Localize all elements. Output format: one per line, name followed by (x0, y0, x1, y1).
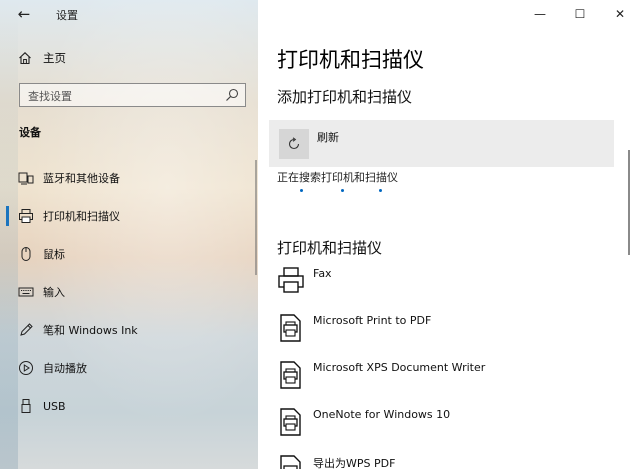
searching-status: 正在搜索打印机和扫描仪 (277, 171, 398, 184)
printer-icon (18, 208, 34, 224)
home-icon (19, 52, 31, 65)
sidebar-item-typing[interactable]: 输入 (0, 277, 258, 307)
sidebar-item-label: 鼠标 (43, 248, 65, 261)
back-arrow-icon[interactable]: ← (14, 4, 34, 24)
printer-item-onenote[interactable]: OneNote for Windows 10 (277, 407, 617, 447)
printer-name: Microsoft Print to PDF (313, 314, 432, 327)
maximize-button[interactable]: ☐ (560, 0, 600, 28)
app-title: 设置 (56, 9, 78, 22)
document-printer-icon (280, 314, 301, 342)
section-header-devices: 设备 (19, 126, 41, 139)
sidebar-item-label: 蓝牙和其他设备 (43, 172, 120, 185)
sidebar-item-label: 自动播放 (43, 362, 87, 375)
printer-item-xps-writer[interactable]: Microsoft XPS Document Writer (277, 360, 617, 400)
progress-dot (379, 189, 382, 192)
document-printer-icon (280, 361, 301, 389)
mouse-icon (18, 246, 34, 262)
printer-item-print-to-pdf[interactable]: Microsoft Print to PDF (277, 313, 617, 353)
progress-dot (341, 189, 344, 192)
page-title: 打印机和扫描仪 (277, 48, 424, 72)
refresh-icon (279, 129, 309, 159)
sidebar: ← 设置 主页 查找设置 设备 蓝牙和其他设备 打印机和扫描仪 鼠标 输入 笔和… (0, 0, 258, 469)
sidebar-item-autoplay[interactable]: 自动播放 (0, 353, 258, 383)
printer-name: 导出为WPS PDF (313, 457, 396, 469)
main-scrollbar[interactable] (628, 150, 630, 255)
printers-list-heading: 打印机和扫描仪 (277, 239, 383, 257)
autoplay-icon (18, 360, 34, 376)
document-printer-icon (280, 455, 301, 469)
selection-indicator (6, 206, 9, 226)
printer-item-wps-pdf[interactable]: 导出为WPS PDF (277, 454, 617, 469)
sidebar-item-printers[interactable]: 打印机和扫描仪 (0, 201, 258, 231)
close-button[interactable]: ✕ (600, 0, 640, 28)
sidebar-item-mouse[interactable]: 鼠标 (0, 239, 258, 269)
sidebar-item-usb[interactable]: USB (0, 391, 258, 421)
sidebar-item-bluetooth[interactable]: 蓝牙和其他设备 (0, 163, 258, 193)
search-placeholder: 查找设置 (28, 90, 72, 103)
printer-item-fax[interactable]: Fax (277, 266, 617, 306)
sidebar-item-label: 笔和 Windows Ink (43, 324, 138, 337)
search-input[interactable]: 查找设置 (19, 83, 246, 107)
sidebar-item-label: 输入 (43, 286, 65, 299)
pen-icon (18, 322, 34, 338)
printer-name: Fax (313, 267, 332, 280)
sidebar-item-home[interactable]: 主页 (18, 48, 66, 68)
printer-name: OneNote for Windows 10 (313, 408, 451, 421)
sidebar-item-pen[interactable]: 笔和 Windows Ink (0, 315, 258, 345)
document-printer-icon (280, 408, 301, 436)
progress-dot (300, 189, 303, 192)
sidebar-item-label: 打印机和扫描仪 (43, 210, 120, 223)
sidebar-item-label: USB (43, 399, 66, 413)
bluetooth-devices-icon (18, 170, 34, 186)
printer-name: Microsoft XPS Document Writer (313, 361, 486, 374)
refresh-button[interactable]: 刷新 (269, 120, 614, 167)
minimize-button[interactable]: — (520, 0, 560, 28)
usb-icon (18, 398, 34, 414)
fax-printer-icon (278, 267, 304, 293)
titlebar-left: ← 设置 (0, 0, 258, 28)
home-label: 主页 (43, 51, 66, 65)
sidebar-scrollbar[interactable] (255, 160, 257, 275)
keyboard-icon (18, 284, 34, 300)
refresh-label: 刷新 (317, 131, 339, 144)
search-icon[interactable] (225, 88, 239, 102)
window-controls: — ☐ ✕ (520, 0, 640, 28)
main-content: — ☐ ✕ 打印机和扫描仪 添加打印机和扫描仪 刷新 正在搜索打印机和扫描仪 打… (258, 0, 640, 469)
add-printers-heading: 添加打印机和扫描仪 (277, 88, 413, 106)
